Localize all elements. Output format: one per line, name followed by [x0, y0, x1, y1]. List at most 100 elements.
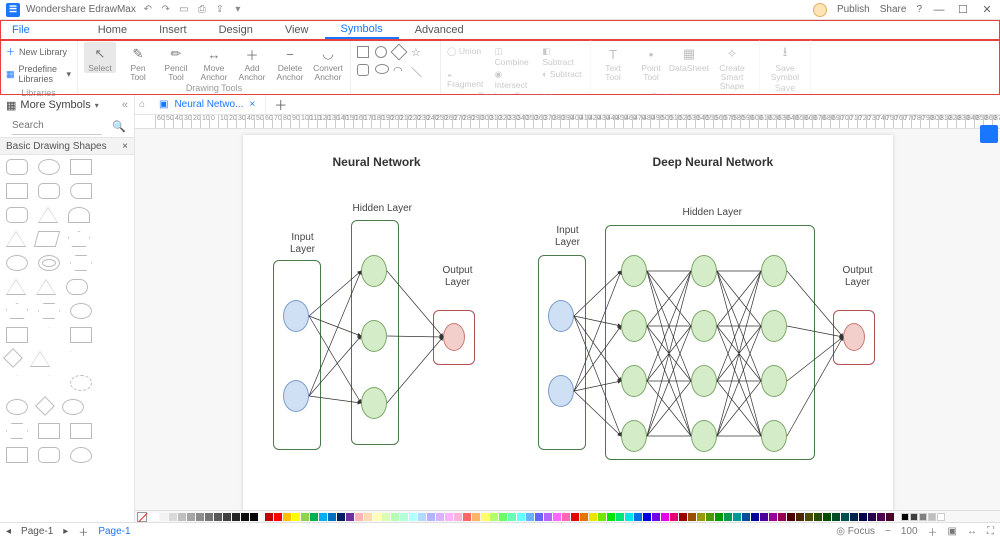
maximize-button[interactable]: ☐ [956, 3, 970, 16]
hidden-node[interactable] [691, 365, 717, 397]
color-swatch[interactable] [919, 513, 927, 521]
color-swatch[interactable] [814, 513, 822, 521]
color-swatch[interactable] [391, 513, 399, 521]
color-swatch[interactable] [796, 513, 804, 521]
fragment-button[interactable]: ◒ Fragment [447, 69, 489, 90]
color-swatch[interactable] [715, 513, 723, 521]
circle-shape[interactable] [375, 46, 387, 58]
color-swatch[interactable] [160, 513, 168, 521]
color-swatch[interactable] [886, 513, 894, 521]
move-anchor-tool[interactable]: ↔Move Anchor [198, 42, 230, 82]
shape-item[interactable] [38, 375, 60, 391]
add-page-button[interactable]: ＋ [78, 524, 88, 539]
color-swatch[interactable] [169, 513, 177, 521]
color-swatch[interactable] [427, 513, 435, 521]
shape-item[interactable] [38, 303, 60, 319]
color-swatch[interactable] [283, 513, 291, 521]
ellipse-shape[interactable] [375, 64, 389, 74]
color-swatch[interactable] [499, 513, 507, 521]
color-swatch[interactable] [850, 513, 858, 521]
canvas[interactable]: Neural Network Input Layer Hidden Layer … [135, 129, 1000, 510]
section-header[interactable]: Basic Drawing Shapes× [0, 137, 134, 155]
fit-width-icon[interactable]: ↔ [967, 526, 977, 537]
collapse-panel-icon[interactable]: « [122, 99, 128, 111]
rect-shape[interactable] [357, 46, 369, 58]
color-swatch[interactable] [598, 513, 606, 521]
new-library-button[interactable]: ＋New Library [6, 42, 71, 61]
menu-design[interactable]: Design [203, 20, 269, 39]
color-swatch[interactable] [526, 513, 534, 521]
search-icon[interactable]: 🔍 [112, 120, 126, 133]
shape-item[interactable] [60, 351, 82, 367]
smart-shape-button[interactable]: ✧Create Smart Shape [711, 42, 753, 91]
color-swatch[interactable] [823, 513, 831, 521]
color-swatch[interactable] [481, 513, 489, 521]
color-swatch[interactable] [241, 513, 249, 521]
input-layer-box[interactable] [273, 260, 321, 450]
intersect-button[interactable]: ◉ Intersect [495, 69, 537, 90]
select-tool[interactable]: ↖Select [84, 42, 116, 73]
color-swatch[interactable] [400, 513, 408, 521]
color-swatch[interactable] [544, 513, 552, 521]
help-icon[interactable]: ? [916, 4, 922, 15]
color-swatch[interactable] [436, 513, 444, 521]
subtract2-button[interactable]: ◐ Subtract [542, 69, 584, 90]
color-swatch[interactable] [937, 513, 945, 521]
no-fill-swatch[interactable] [137, 512, 147, 522]
menu-advanced[interactable]: Advanced [399, 20, 480, 39]
color-swatch[interactable] [562, 513, 570, 521]
hidden-node[interactable] [621, 420, 647, 452]
hidden-node[interactable] [761, 420, 787, 452]
pen-tool[interactable]: ✎Pen Tool [122, 42, 154, 82]
hidden-node[interactable] [691, 420, 717, 452]
shape-item[interactable] [38, 183, 60, 199]
hidden-node[interactable] [761, 310, 787, 342]
more-icon[interactable]: ▾ [232, 4, 244, 16]
color-swatch[interactable] [670, 513, 678, 521]
color-swatch[interactable] [733, 513, 741, 521]
shape-item[interactable] [68, 207, 90, 223]
export-icon[interactable]: ⇪ [214, 4, 226, 16]
shape-item[interactable] [70, 183, 92, 199]
hidden-node[interactable] [691, 255, 717, 287]
minimize-button[interactable]: — [932, 4, 946, 16]
color-swatch[interactable] [652, 513, 660, 521]
search-input[interactable] [12, 117, 102, 135]
zoom-out-button[interactable]: − [885, 526, 891, 537]
menu-view[interactable]: View [269, 20, 325, 39]
shape-item[interactable] [38, 159, 60, 175]
color-swatch[interactable] [634, 513, 642, 521]
shape-item[interactable] [6, 159, 28, 175]
color-swatch[interactable] [373, 513, 381, 521]
input-node[interactable] [548, 300, 574, 332]
input-layer-box[interactable] [538, 255, 586, 450]
zoom-in-button[interactable]: ＋ [928, 524, 938, 539]
rrect-shape[interactable] [357, 64, 369, 76]
color-swatch[interactable] [553, 513, 561, 521]
color-swatch[interactable] [445, 513, 453, 521]
shape-item[interactable] [30, 351, 50, 367]
color-swatch[interactable] [607, 513, 615, 521]
color-swatch[interactable] [490, 513, 498, 521]
color-swatch[interactable] [292, 513, 300, 521]
shape-item[interactable] [38, 255, 60, 271]
shape-item[interactable] [6, 231, 26, 247]
fullscreen-icon[interactable]: ⛶ [987, 526, 994, 537]
color-swatch[interactable] [616, 513, 624, 521]
shape-item[interactable] [38, 327, 60, 343]
color-swatch[interactable] [688, 513, 696, 521]
color-swatch[interactable] [535, 513, 543, 521]
hidden-node[interactable] [621, 310, 647, 342]
subtract-button[interactable]: ◧ Subtract [542, 46, 584, 67]
color-swatch[interactable] [877, 513, 885, 521]
shape-item[interactable] [6, 183, 28, 199]
shape-item[interactable] [70, 255, 92, 271]
shape-item[interactable] [70, 303, 92, 319]
menu-insert[interactable]: Insert [143, 20, 203, 39]
input-node[interactable] [548, 375, 574, 407]
new-tab-button[interactable]: ＋ [266, 95, 295, 114]
menu-home[interactable]: Home [82, 20, 143, 39]
color-swatch[interactable] [580, 513, 588, 521]
hidden-node[interactable] [361, 320, 387, 352]
focus-button[interactable]: ◎ Focus [836, 526, 875, 537]
